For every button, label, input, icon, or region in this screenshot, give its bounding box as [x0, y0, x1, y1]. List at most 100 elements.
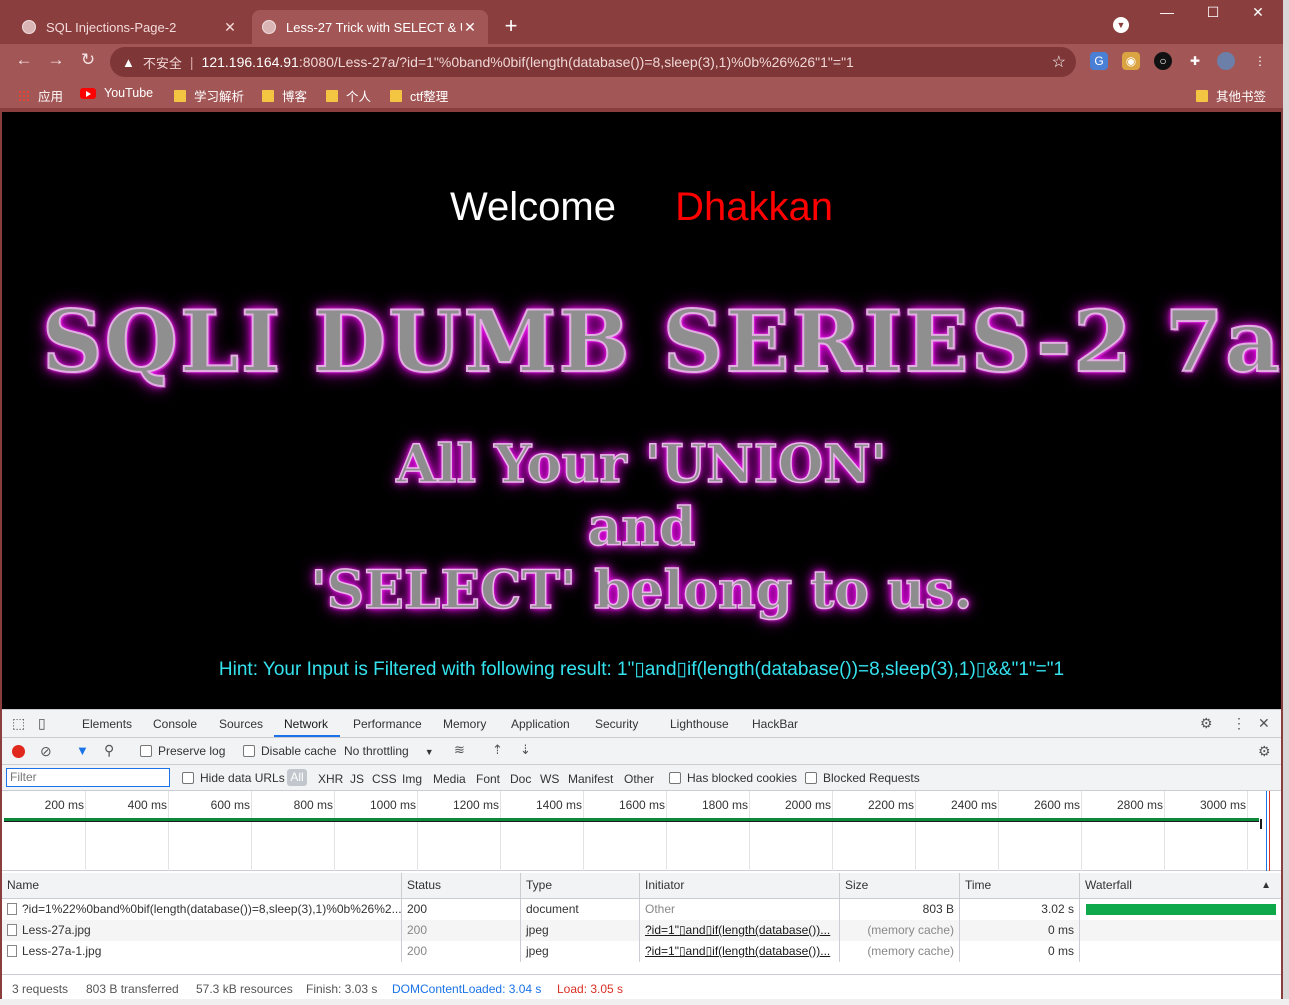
tab-sources[interactable]: Sources [219, 717, 263, 731]
filter-type-img[interactable]: Img [402, 772, 422, 786]
settings-gear-icon[interactable]: ⚙ [1200, 715, 1213, 732]
checkbox[interactable] [182, 772, 194, 784]
bookmark-folder[interactable]: 博客 [262, 86, 307, 105]
filter-type-other[interactable]: Other [624, 772, 654, 786]
search-icon[interactable]: ⚲ [104, 742, 114, 759]
tab-console[interactable]: Console [153, 717, 197, 731]
close-icon[interactable]: ✕ [462, 19, 478, 36]
bookmark-folder[interactable]: 学习解析 [174, 86, 244, 105]
preserve-log-checkbox[interactable]: Preserve log [140, 744, 225, 758]
disable-cache-checkbox[interactable]: Disable cache [243, 744, 336, 758]
column-size[interactable]: Size [840, 873, 960, 898]
tab-elements[interactable]: Elements [82, 717, 132, 731]
active-tab-indicator [274, 735, 340, 737]
grid-line [1164, 791, 1165, 871]
tab-less-27[interactable]: Less-27 Trick with SELECT & U ✕ [252, 10, 488, 44]
tab-security[interactable]: Security [595, 717, 638, 731]
clear-icon[interactable]: ⊘ [40, 743, 52, 760]
filter-type-css[interactable]: CSS [372, 772, 397, 786]
more-options-icon[interactable]: ⋮ [1232, 715, 1246, 732]
network-overview[interactable]: 200 ms 400 ms 600 ms 800 ms 1000 ms 1200… [2, 791, 1281, 871]
tab-lighthouse[interactable]: Lighthouse [670, 717, 729, 731]
bookmark-youtube[interactable]: YouTube [80, 86, 153, 100]
filter-type-xhr[interactable]: XHR [318, 772, 343, 786]
close-icon[interactable]: ✕ [222, 19, 238, 36]
request-status: 200 [402, 920, 521, 941]
filter-type-ws[interactable]: WS [540, 772, 559, 786]
tab-performance[interactable]: Performance [353, 717, 422, 731]
inspect-element-icon[interactable]: ⬚ [12, 715, 25, 732]
bookmark-folder[interactable]: 个人 [326, 86, 371, 105]
menu-kebab-icon[interactable]: ⋮ [1251, 52, 1269, 70]
reload-button[interactable]: ↻ [76, 50, 100, 70]
table-row[interactable]: Less-27a.jpg 200 jpeg ?id=1"▯and▯if(leng… [2, 920, 1281, 941]
other-bookmarks[interactable]: 其他书签 [1196, 86, 1266, 105]
bookmark-label: 应用 [38, 90, 64, 104]
tab-memory[interactable]: Memory [443, 717, 486, 731]
filter-type-font[interactable]: Font [476, 772, 500, 786]
column-status[interactable]: Status [402, 873, 521, 898]
owl-extension-icon[interactable]: ◉ [1122, 52, 1140, 70]
chevron-down-icon: ▼ [424, 747, 434, 757]
translate-extension-icon[interactable]: G [1090, 52, 1108, 70]
tab-title: SQL Injections-Page-2 [46, 19, 177, 35]
filter-type-js[interactable]: JS [350, 772, 364, 786]
avatar[interactable] [1217, 52, 1235, 70]
tab-network[interactable]: Network [284, 717, 328, 731]
maximize-button[interactable]: ☐ [1193, 4, 1233, 21]
request-initiator-link[interactable]: ?id=1"▯and▯if(length(database())... [640, 920, 840, 941]
throttling-select[interactable]: No throttling ▼ [344, 744, 434, 758]
network-conditions-icon[interactable]: ≋ [454, 742, 465, 758]
filter-type-manifest[interactable]: Manifest [568, 772, 613, 786]
column-name[interactable]: Name [2, 873, 402, 898]
tab-search-icon[interactable]: ▼ [1113, 17, 1129, 33]
column-waterfall[interactable]: Waterfall ▲ [1080, 873, 1281, 898]
address-bar[interactable]: ▲ 不安全 | 121.196.164.91 :8080/Less-27a/?i… [110, 47, 1076, 77]
filter-type-doc[interactable]: Doc [510, 772, 531, 786]
back-button[interactable]: ← [12, 50, 36, 70]
grid-line [1081, 791, 1082, 871]
circle-extension-icon[interactable]: ○ [1154, 52, 1172, 70]
request-size: 803 B [840, 899, 960, 920]
export-har-icon[interactable]: ⇣ [520, 742, 531, 758]
import-har-icon[interactable]: ⇡ [492, 742, 503, 758]
bookmark-apps[interactable]: 应用 [18, 86, 63, 105]
checkbox-label: Preserve log [158, 744, 226, 758]
record-icon[interactable] [12, 745, 25, 758]
minimize-button[interactable]: — [1147, 4, 1187, 20]
network-settings-gear-icon[interactable]: ⚙ [1258, 743, 1271, 760]
request-initiator-link[interactable]: ?id=1"▯and▯if(length(database())... [640, 941, 840, 962]
checkbox[interactable] [669, 772, 681, 784]
has-blocked-cookies-checkbox[interactable]: Has blocked cookies [669, 771, 797, 785]
browser-window: SQL Injections-Page-2 ✕ Less-27 Trick wi… [0, 0, 1283, 1005]
checkbox[interactable] [243, 745, 255, 757]
hide-data-urls-checkbox[interactable]: Hide data URLs [182, 771, 285, 785]
puzzle-extensions-icon[interactable]: ✚ [1186, 52, 1204, 70]
bookmark-folder[interactable]: ctf整理 [390, 86, 448, 105]
grid-line [334, 791, 335, 871]
table-row[interactable]: Less-27a-1.jpg 200 jpeg ?id=1"▯and▯if(le… [2, 941, 1281, 962]
column-time[interactable]: Time [960, 873, 1080, 898]
device-toolbar-icon[interactable]: ▯ [38, 715, 46, 732]
tab-sql-injections[interactable]: SQL Injections-Page-2 ✕ [12, 10, 248, 44]
grid-line [1247, 791, 1248, 871]
column-initiator[interactable]: Initiator [640, 873, 840, 898]
bookmark-star-icon[interactable]: ☆ [1052, 52, 1066, 72]
table-row[interactable]: ?id=1%22%0band%0bif(length(database())=8… [2, 899, 1281, 920]
filter-type-media[interactable]: Media [433, 772, 466, 786]
security-label: 不安全 [142, 55, 182, 71]
column-type[interactable]: Type [521, 873, 640, 898]
filter-type-all[interactable]: All [287, 769, 307, 786]
close-icon[interactable]: ✕ [1258, 715, 1270, 732]
new-tab-button[interactable]: + [500, 13, 522, 39]
blocked-requests-checkbox[interactable]: Blocked Requests [805, 771, 920, 785]
checkbox[interactable] [805, 772, 817, 784]
forward-button[interactable]: → [44, 50, 68, 70]
close-window-button[interactable]: ✕ [1238, 4, 1278, 21]
filter-input[interactable]: Filter [6, 768, 170, 787]
checkbox[interactable] [140, 745, 152, 757]
tab-application[interactable]: Application [511, 717, 570, 731]
grid-line [251, 791, 252, 871]
filter-funnel-icon[interactable]: ▼ [76, 743, 89, 758]
tab-hackbar[interactable]: HackBar [752, 717, 798, 731]
